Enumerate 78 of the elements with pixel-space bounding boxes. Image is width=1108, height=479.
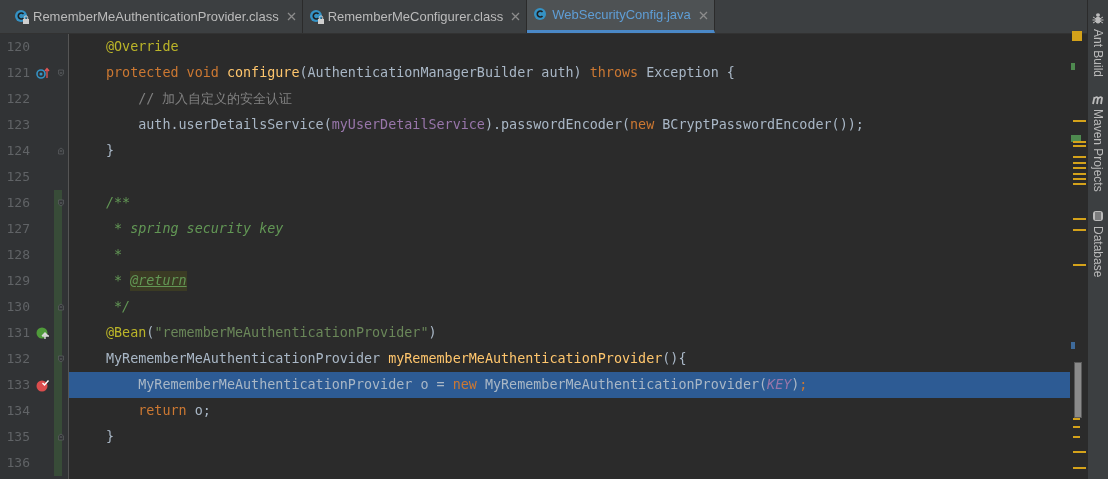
code-token: protected void — [106, 63, 220, 82]
code-token: "rememberMeAuthenticationProvider" — [154, 323, 429, 342]
code-token: return — [137, 401, 188, 420]
error-stripe-mark[interactable] — [1073, 178, 1086, 180]
locked-class-icon — [308, 8, 325, 25]
error-stripe-mark[interactable] — [1073, 173, 1086, 175]
error-stripe-mark[interactable] — [1073, 120, 1086, 122]
override-method-icon[interactable] — [36, 67, 50, 79]
database-icon — [1092, 209, 1104, 222]
fold-end-icon[interactable] — [58, 145, 64, 157]
locked-class-icon — [14, 8, 30, 25]
code-token: */ — [113, 297, 131, 316]
error-stripe-mark[interactable] — [1073, 145, 1086, 147]
fold-end-icon[interactable] — [58, 301, 64, 313]
code-token: * — [113, 245, 123, 264]
code-token: * spring security key — [113, 219, 284, 238]
code-token: MyRememberMeAuthenticationProvider( — [484, 375, 768, 394]
error-stripe-mark[interactable] — [1073, 218, 1086, 220]
error-stripe-mark[interactable] — [1073, 183, 1086, 185]
code-token: (AuthenticationManagerBuilder auth) — [299, 63, 583, 82]
error-stripe-mark[interactable] — [1073, 156, 1086, 158]
code-token: @return — [130, 270, 187, 292]
error-stripe-mark[interactable] — [1073, 229, 1086, 231]
code-token: } — [106, 141, 115, 160]
scrollbar-thumb[interactable] — [1074, 362, 1082, 418]
code-token: MyRememberMeAuthenticationProvider — [106, 349, 382, 368]
close-icon[interactable] — [286, 12, 296, 21]
warning-status-icon — [1072, 31, 1082, 41]
tool-window-button[interactable]: Ant Build — [1089, 29, 1107, 78]
code-token: myRememberMeAuthenticationProvider — [388, 349, 663, 368]
code-token: /** — [106, 193, 131, 212]
bean-icon[interactable] — [36, 326, 50, 340]
error-stripe-mark[interactable] — [1073, 451, 1086, 453]
close-icon[interactable] — [511, 12, 521, 21]
editor-tab[interactable]: RememberMeAuthenticationProvider.class — [8, 0, 303, 33]
code-token: MyRememberMeAuthenticationProvider o = — [137, 375, 446, 394]
tool-window-button[interactable]: Maven Projects — [1089, 109, 1107, 192]
code-token: new — [630, 115, 656, 134]
error-stripe-mark[interactable] — [1073, 162, 1086, 164]
code-token: myUserDetailService — [331, 115, 485, 134]
code-token: @Override — [106, 37, 179, 56]
tab-label: WebSecurityConfig.java — [552, 6, 691, 25]
tab-label: RememberMeConfigurer.class — [327, 7, 504, 26]
fold-start-icon[interactable] — [58, 353, 64, 365]
code-token: ( — [146, 323, 155, 342]
error-stripe-mark[interactable] — [1073, 436, 1080, 438]
ant-icon — [1092, 12, 1104, 25]
code-token: ) — [791, 375, 800, 394]
code-token: * — [113, 271, 124, 290]
code-token: } — [106, 427, 115, 446]
code-token: configure — [226, 63, 300, 82]
fold-start-icon[interactable] — [58, 197, 64, 209]
code-token: (){ — [662, 349, 687, 368]
error-stripe-mark[interactable] — [1073, 467, 1086, 469]
fold-start-icon[interactable] — [58, 67, 64, 79]
code-token: // 加入自定义的安全认证 — [137, 89, 293, 108]
error-stripe-mark[interactable] — [1071, 63, 1075, 70]
breakpoint-icon[interactable] — [36, 378, 50, 392]
code-token: @Bean — [106, 323, 147, 342]
code-token: throws — [589, 63, 640, 82]
code-token: Exception { — [646, 63, 735, 82]
code-token: auth.userDetailsService( — [137, 115, 332, 134]
close-icon[interactable] — [698, 10, 708, 20]
tool-window-button[interactable]: Database — [1089, 225, 1107, 278]
maven-m-icon — [1091, 95, 1105, 106]
code-token: ).passwordEncoder( — [484, 115, 631, 134]
code-token: o; — [194, 401, 211, 420]
code-token: KEY — [767, 375, 792, 394]
tab-label: RememberMeAuthenticationProvider.class — [33, 7, 279, 26]
code-token: ) — [428, 323, 437, 342]
error-stripe-mark[interactable] — [1073, 264, 1086, 266]
code-token: ; — [799, 375, 808, 394]
code-token: new — [452, 375, 478, 394]
fold-end-icon[interactable] — [58, 431, 64, 443]
error-stripe-mark[interactable] — [1073, 167, 1086, 169]
error-stripe-mark[interactable] — [1071, 342, 1075, 349]
code-token: BCryptPasswordEncoder()); — [662, 115, 864, 134]
error-stripe-mark[interactable] — [1073, 141, 1086, 143]
